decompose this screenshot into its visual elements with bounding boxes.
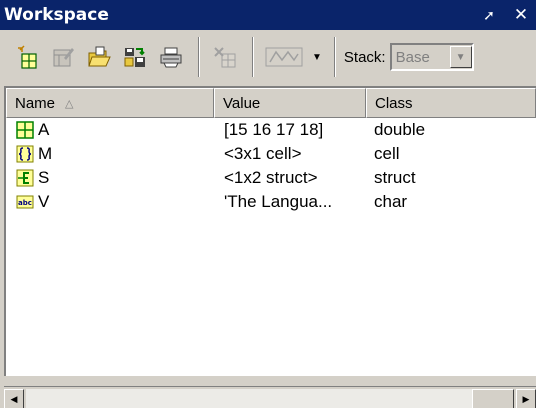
- delete-icon: [214, 47, 236, 68]
- column-header-name[interactable]: Name △: [6, 88, 214, 118]
- svg-text:abc: abc: [18, 199, 32, 207]
- print-icon: [160, 47, 182, 68]
- plot-icon: [265, 47, 303, 67]
- variable-name: V: [38, 192, 50, 211]
- horizontal-scrollbar[interactable]: ◀ ▶: [4, 386, 536, 408]
- variable-class: struct: [374, 168, 416, 187]
- column-header-class[interactable]: Class: [366, 88, 536, 118]
- new-variable-icon: [18, 45, 37, 69]
- variable-class: char: [374, 192, 408, 211]
- plot-selection-button[interactable]: [262, 40, 306, 74]
- scrollbar-track[interactable]: [26, 389, 514, 408]
- table-row[interactable]: M <3x1 cell> cell: [6, 142, 536, 166]
- load-data-icon: [88, 46, 111, 67]
- print-button[interactable]: [154, 40, 188, 74]
- scroll-left-button[interactable]: ◀: [4, 389, 24, 408]
- variable-name: A: [38, 120, 50, 139]
- open-selection-button[interactable]: [46, 40, 80, 74]
- toolbar-separator: [252, 37, 254, 77]
- variable-name: S: [38, 168, 50, 187]
- table-row[interactable]: A [15 16 17 18] double: [6, 118, 536, 142]
- arrow-left-icon: ◀: [10, 393, 18, 404]
- arrow-right-icon: ▶: [522, 393, 530, 404]
- chevron-down-icon[interactable]: ▼: [449, 46, 472, 68]
- variable-name: M: [38, 144, 53, 163]
- close-button[interactable]: ✕: [508, 2, 534, 28]
- table-row[interactable]: S <1x2 struct> struct: [6, 166, 536, 190]
- table-row[interactable]: abc V 'The Langua... char: [6, 190, 536, 214]
- column-header-name-label: Name: [15, 94, 56, 112]
- variable-value: 'The Langua...: [224, 192, 333, 211]
- variable-name-cell: abc V: [6, 192, 214, 212]
- stack-select-value: Base: [395, 48, 430, 66]
- variable-value: <1x2 struct>: [224, 168, 318, 187]
- window-titlebar: Workspace ➚ ✕: [0, 0, 536, 30]
- stack-select[interactable]: Base ▼: [389, 43, 474, 71]
- stack-label: Stack:: [343, 48, 386, 66]
- scroll-right-button[interactable]: ▶: [516, 389, 536, 408]
- matrix-icon: [16, 121, 34, 139]
- variable-value: <3x1 cell>: [224, 144, 302, 163]
- variable-name-cell: A: [6, 120, 214, 140]
- struct-icon: [16, 169, 34, 187]
- char-icon: abc: [16, 193, 34, 211]
- toolbar-separator: [198, 37, 200, 77]
- variable-class: cell: [374, 144, 400, 163]
- toolbar-separator: [333, 37, 336, 77]
- column-header-class-label: Class: [375, 94, 413, 112]
- save-icon: [124, 48, 145, 67]
- window-title: Workspace: [4, 5, 109, 25]
- save-workspace-button[interactable]: [118, 40, 152, 74]
- variable-value: [15 16 17 18]: [224, 120, 324, 139]
- column-header-value[interactable]: Value: [214, 88, 366, 118]
- delete-variable-button[interactable]: [208, 40, 242, 74]
- workspace-toolbar: ▼ Stack: Base ▼: [0, 30, 536, 84]
- sort-ascending-icon: △: [65, 97, 74, 110]
- table-header: Name △ Value Class: [6, 88, 536, 118]
- cell-icon: [16, 145, 34, 163]
- variable-class: double: [374, 120, 426, 139]
- variables-table: Name △ Value Class A [15 16 17 18] doubl…: [4, 86, 536, 376]
- variable-name-cell: S: [6, 168, 214, 188]
- open-selection-icon: [53, 48, 74, 67]
- undock-button[interactable]: ➚: [476, 2, 502, 28]
- scrollbar-thumb[interactable]: [472, 389, 514, 408]
- new-variable-button[interactable]: [10, 40, 44, 74]
- load-data-button[interactable]: [82, 40, 116, 74]
- plot-dropdown-arrow-icon[interactable]: ▼: [312, 52, 322, 63]
- variable-name-cell: M: [6, 144, 214, 164]
- column-header-value-label: Value: [223, 94, 261, 112]
